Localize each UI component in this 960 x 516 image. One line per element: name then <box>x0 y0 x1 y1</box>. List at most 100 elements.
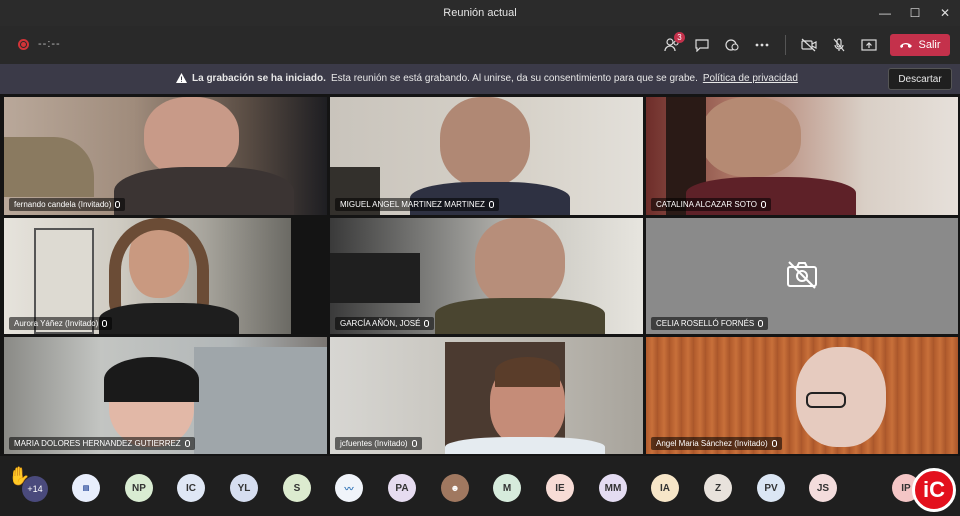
participant-avatar[interactable]: MM <box>599 474 627 502</box>
participant-body <box>435 298 605 334</box>
background-object <box>4 137 94 197</box>
camera-off-icon <box>787 261 817 289</box>
warning-icon <box>176 73 187 83</box>
participant-glasses <box>806 392 846 408</box>
video-tile[interactable]: Aurora Yáñez (Invitado) <box>4 218 291 334</box>
mic-icon <box>424 320 430 327</box>
avatar-logo: ▤ <box>82 485 90 492</box>
participant-name-tag: MARIA DOLORES HERNANDEZ GUTIERREZ <box>9 437 195 450</box>
participant-name: GARCÍA AÑÓN, JOSÉ <box>340 319 421 328</box>
banner-title: La grabación se ha iniciado. <box>192 73 326 84</box>
leave-label: Salir <box>918 39 941 51</box>
background-window <box>194 347 327 454</box>
video-tile[interactable]: GARCÍA AÑÓN, JOSÉ <box>330 218 643 334</box>
toolbar-actions: 3 Salir <box>657 32 950 58</box>
participant-name-tag: CATALINA ALCAZAR SOTO <box>651 198 771 211</box>
video-tile[interactable]: fernando candela (Invitado) <box>4 97 327 215</box>
participant-name: jcfuentes (Invitado) <box>340 439 408 448</box>
chat-icon <box>695 39 709 52</box>
camera-toggle-button[interactable] <box>794 32 824 58</box>
mic-icon <box>758 320 764 327</box>
participant-avatar[interactable]: IE <box>546 474 574 502</box>
dismiss-button[interactable]: Descartar <box>888 68 952 90</box>
participant-hair <box>495 357 560 387</box>
mic-icon <box>115 201 121 208</box>
window-controls: — ☐ ✕ <box>870 0 960 26</box>
participant-strip: ✋ +14 ▤ NP IC YL S 〰 PA ☻ M IE MM IA Z P… <box>0 456 960 516</box>
participant-face <box>144 97 239 177</box>
participant-avatar[interactable]: PV <box>757 474 785 502</box>
more-icon <box>755 43 769 47</box>
minimize-button[interactable]: — <box>870 0 900 26</box>
participant-name-tag: Aurora Yáñez (Invitado) <box>9 317 113 330</box>
participant-avatar[interactable]: ▤ <box>72 474 100 502</box>
maximize-button[interactable]: ☐ <box>900 0 930 26</box>
participant-name: Aurora Yáñez (Invitado) <box>14 319 99 328</box>
avatar-photo: ☻ <box>450 483 460 493</box>
participant-name-tag: CELIA ROSELLÓ FORNÉS <box>651 317 769 330</box>
avatar-logo: 〰 <box>344 483 354 494</box>
chat-button[interactable] <box>687 32 717 58</box>
participant-avatar[interactable]: IC <box>177 474 205 502</box>
participant-hair <box>104 357 199 402</box>
video-tile[interactable]: Angel Maria Sánchez (Invitado) <box>646 337 958 454</box>
participant-name-tag: fernando candela (Invitado) <box>9 198 126 211</box>
camera-off-icon <box>801 38 817 52</box>
participant-name-tag: Angel Maria Sánchez (Invitado) <box>651 437 782 450</box>
participant-avatar[interactable]: IA <box>651 474 679 502</box>
video-tile[interactable]: CATALINA ALCAZAR SOTO <box>646 97 958 215</box>
mic-icon <box>771 440 777 447</box>
window-title: Reunión actual <box>443 7 517 19</box>
participant-face <box>475 218 565 308</box>
mic-icon <box>488 201 494 208</box>
channel-logo: iC <box>912 468 956 512</box>
participant-avatar[interactable]: S <box>283 474 311 502</box>
participant-face <box>701 97 801 177</box>
meeting-toolbar: --:-- 3 Salir <box>0 26 960 64</box>
toolbar-divider <box>785 35 786 55</box>
video-tile[interactable]: CELIA ROSELLÓ FORNÉS <box>646 218 958 334</box>
more-participants-button[interactable]: +14 <box>22 476 48 502</box>
close-button[interactable]: ✕ <box>930 0 960 26</box>
video-grid: fernando candela (Invitado) MIGUEL ANGEL… <box>0 94 960 456</box>
mic-icon <box>411 440 417 447</box>
reactions-icon <box>725 39 739 51</box>
share-icon <box>861 39 877 51</box>
participant-name: CELIA ROSELLÓ FORNÉS <box>656 319 755 328</box>
participant-avatar[interactable]: NP <box>125 474 153 502</box>
participant-body <box>445 437 605 454</box>
recording-icon <box>18 39 29 50</box>
participant-name: Angel Maria Sánchez (Invitado) <box>656 439 768 448</box>
participant-avatar[interactable]: 〰 <box>335 474 363 502</box>
participant-face <box>440 97 530 187</box>
participant-avatar[interactable]: M <box>493 474 521 502</box>
participant-body <box>114 167 294 215</box>
reactions-button[interactable] <box>717 32 747 58</box>
participant-avatar[interactable]: ☻ <box>441 474 469 502</box>
video-tile[interactable]: MARIA DOLORES HERNANDEZ GUTIERREZ <box>4 337 327 454</box>
participant-avatar[interactable]: YL <box>230 474 258 502</box>
window-titlebar: Reunión actual — ☐ ✕ <box>0 0 960 26</box>
share-screen-button[interactable] <box>854 32 884 58</box>
participant-name: fernando candela (Invitado) <box>14 200 112 209</box>
mic-icon <box>760 201 766 208</box>
participant-name-tag: jcfuentes (Invitado) <box>335 437 422 450</box>
more-options-button[interactable] <box>747 32 777 58</box>
participant-name: MARIA DOLORES HERNANDEZ GUTIERREZ <box>14 439 181 448</box>
mic-off-icon <box>833 38 845 52</box>
participant-avatar[interactable]: PA <box>388 474 416 502</box>
mic-icon <box>184 440 190 447</box>
participant-name-tag: MIGUEL ANGEL MARTINEZ MARTINEZ <box>335 198 499 211</box>
participants-badge: 3 <box>674 32 685 43</box>
privacy-policy-link[interactable]: Política de privacidad <box>703 73 798 84</box>
video-tile[interactable]: MIGUEL ANGEL MARTINEZ MARTINEZ <box>330 97 643 215</box>
leave-button[interactable]: Salir <box>890 34 950 56</box>
participant-avatar[interactable]: Z <box>704 474 732 502</box>
participant-avatar[interactable]: JS <box>809 474 837 502</box>
phone-icon <box>900 43 913 48</box>
participant-body <box>99 303 239 334</box>
banner-message: Esta reunión se está grabando. Al unirse… <box>330 73 698 84</box>
video-tile[interactable]: jcfuentes (Invitado) <box>330 337 643 454</box>
mic-toggle-button[interactable] <box>824 32 854 58</box>
participants-button[interactable]: 3 <box>657 32 687 58</box>
